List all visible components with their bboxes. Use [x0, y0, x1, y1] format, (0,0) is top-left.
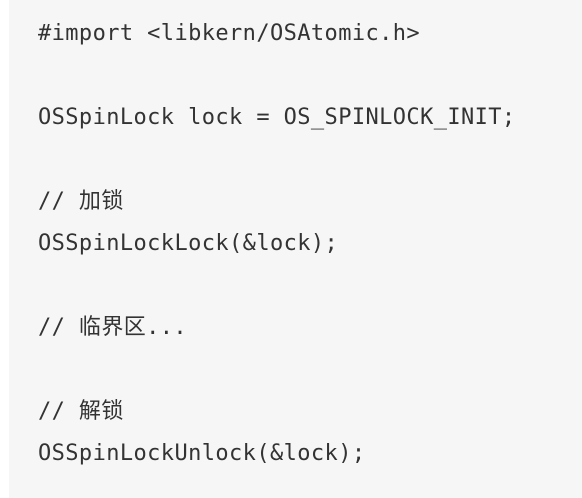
code-line-comment-lock: // 加锁 — [38, 189, 124, 214]
code-line-unlock-call: OSSpinLockUnlock(&lock); — [38, 441, 366, 466]
code-line-comment-critical-section: // 临界区... — [38, 315, 188, 340]
code-line-comment-unlock: // 解锁 — [38, 399, 124, 424]
code-line-lock-call: OSSpinLockLock(&lock); — [38, 231, 339, 256]
code-line-import: #import <libkern/OSAtomic.h> — [38, 21, 421, 46]
code-block: #import <libkern/OSAtomic.h> OSSpinLock … — [9, 0, 582, 498]
code-line-lock-declaration: OSSpinLock lock = OS_SPINLOCK_INIT; — [38, 105, 516, 130]
